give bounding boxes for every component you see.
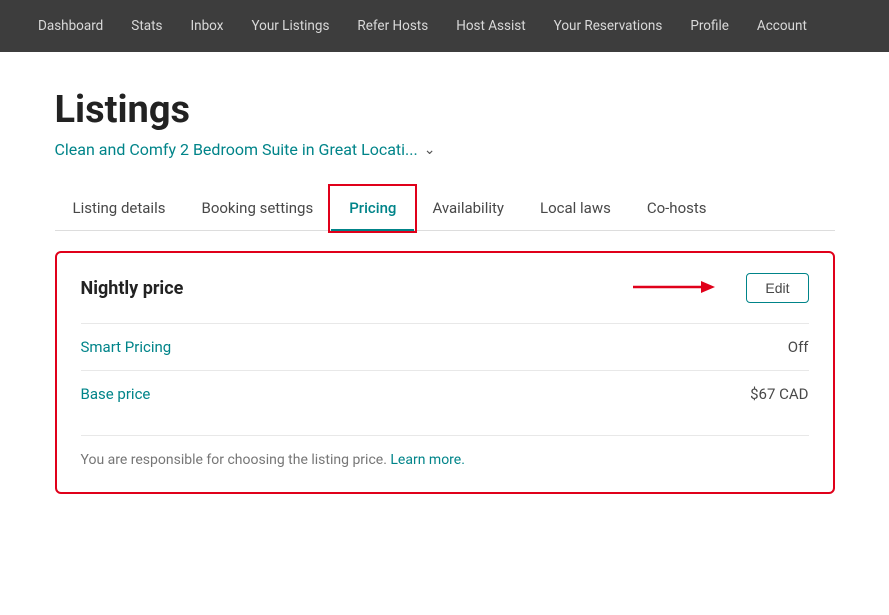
learn-more-link[interactable]: Learn more. — [390, 452, 465, 468]
page-title: Listings — [55, 88, 835, 132]
nav-item-host-assist[interactable]: Host Assist — [442, 0, 539, 52]
tabs-bar: Listing details Booking settings Pricing… — [55, 187, 835, 231]
nav-item-account[interactable]: Account — [743, 0, 821, 52]
base-price-label: Base price — [81, 385, 151, 403]
tab-pricing-wrapper: Pricing — [331, 187, 414, 230]
listing-name: Clean and Comfy 2 Bedroom Suite in Great… — [55, 140, 418, 159]
main-content: Listings Clean and Comfy 2 Bedroom Suite… — [0, 52, 889, 534]
listing-selector[interactable]: Clean and Comfy 2 Bedroom Suite in Great… — [55, 140, 835, 159]
tab-local-laws[interactable]: Local laws — [522, 187, 629, 231]
smart-pricing-label: Smart Pricing — [81, 338, 172, 356]
smart-pricing-value: Off — [788, 338, 809, 356]
nav-item-stats[interactable]: Stats — [117, 0, 176, 52]
footer-note: You are responsible for choosing the lis… — [81, 435, 809, 468]
nav-item-your-reservations[interactable]: Your Reservations — [540, 0, 677, 52]
section-title: Nightly price — [81, 278, 184, 299]
smart-pricing-row: Smart Pricing Off — [81, 323, 809, 370]
tab-co-hosts[interactable]: Co-hosts — [629, 187, 725, 231]
tab-pricing[interactable]: Pricing — [331, 187, 414, 231]
nav-item-your-listings[interactable]: Your Listings — [237, 0, 343, 52]
footer-text-before-link: You are responsible for choosing the lis… — [81, 452, 387, 468]
nav-bar: Dashboard Stats Inbox Your Listings Refe… — [0, 0, 889, 52]
tab-availability[interactable]: Availability — [414, 187, 522, 231]
tab-booking-settings[interactable]: Booking settings — [183, 187, 331, 231]
base-price-row: Base price $67 CAD — [81, 370, 809, 417]
tab-listing-details[interactable]: Listing details — [55, 187, 184, 231]
nav-item-dashboard[interactable]: Dashboard — [24, 0, 117, 52]
base-price-value: $67 CAD — [750, 385, 808, 403]
nav-item-refer-hosts[interactable]: Refer Hosts — [343, 0, 442, 52]
nightly-price-section: Nightly price Edit Smart Pricing Off Bas… — [55, 251, 835, 494]
nav-item-profile[interactable]: Profile — [676, 0, 743, 52]
section-header: Nightly price Edit — [81, 273, 809, 303]
chevron-down-icon: ⌄ — [424, 142, 436, 158]
edit-button[interactable]: Edit — [746, 273, 808, 303]
nav-item-inbox[interactable]: Inbox — [176, 0, 237, 52]
